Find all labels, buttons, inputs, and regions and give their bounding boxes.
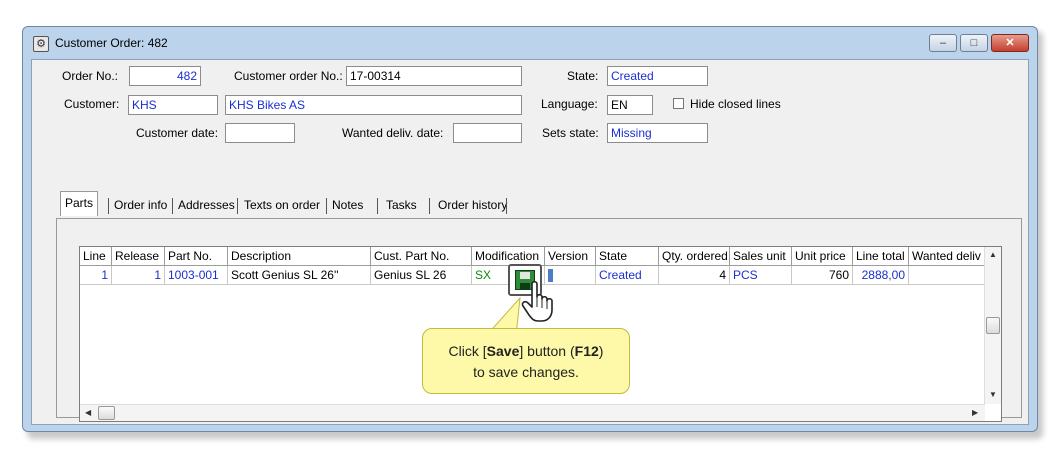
vertical-scrollbar[interactable]: ▲ ▼ bbox=[984, 247, 1001, 404]
window-title: Customer Order: 482 bbox=[55, 36, 168, 50]
customer-order-no-field[interactable]: 17-00314 bbox=[346, 66, 522, 86]
callout-text-suffix: ) bbox=[598, 343, 604, 359]
tab-notes[interactable]: Notes bbox=[328, 194, 367, 216]
tab-order-history[interactable]: Order history bbox=[434, 194, 511, 216]
tab-tasks[interactable]: Tasks bbox=[382, 194, 421, 216]
callout-line2: to save changes. bbox=[473, 364, 579, 380]
customer-name-field[interactable]: KHS Bikes AS bbox=[225, 95, 522, 115]
column-header-qty-ordered[interactable]: Qty. ordered bbox=[659, 247, 730, 266]
column-header-line[interactable]: Line bbox=[80, 247, 112, 266]
column-header-line-total[interactable]: Line total bbox=[853, 247, 909, 266]
order-no-label: Order No.: bbox=[62, 69, 119, 83]
wanted-deliv-date-field[interactable] bbox=[453, 123, 522, 143]
wanted-deliv-date-label: Wanted deliv. date: bbox=[342, 126, 444, 140]
callout-text-mid: ] button ( bbox=[519, 343, 575, 359]
title-bar[interactable]: ⚙ Customer Order: 482 – □ ✕ bbox=[23, 27, 1037, 59]
horizontal-scroll-thumb[interactable] bbox=[98, 406, 115, 420]
tab-parts[interactable]: Parts bbox=[60, 191, 99, 216]
state-label: State: bbox=[567, 69, 599, 83]
cell-wanted-deliv[interactable] bbox=[909, 266, 985, 285]
state-field: Created bbox=[607, 66, 708, 86]
tab-separator bbox=[108, 198, 109, 214]
column-header-cust-part-no[interactable]: Cust. Part No. bbox=[371, 247, 472, 266]
hide-closed-lines-label: Hide closed lines bbox=[690, 97, 781, 111]
callout-save-bold: Save bbox=[486, 343, 520, 359]
tab-addresses[interactable]: Addresses bbox=[174, 194, 239, 216]
tab-separator bbox=[377, 198, 378, 214]
tab-order-info[interactable]: Order info bbox=[110, 194, 171, 216]
tab-separator bbox=[326, 198, 327, 214]
cell-cust-part-no[interactable]: Genius SL 26 bbox=[371, 266, 472, 285]
column-header-unit-price[interactable]: Unit price bbox=[792, 247, 853, 266]
close-button[interactable]: ✕ bbox=[991, 34, 1029, 52]
language-field[interactable]: EN bbox=[607, 95, 653, 115]
maximize-button[interactable]: □ bbox=[960, 34, 988, 52]
column-header-release[interactable]: Release bbox=[112, 247, 165, 266]
sets-state-field: Missing bbox=[607, 123, 708, 143]
column-header-description[interactable]: Description bbox=[228, 247, 371, 266]
horizontal-scrollbar[interactable]: ◀ ▶ bbox=[80, 404, 985, 421]
sets-state-label: Sets state: bbox=[542, 126, 599, 140]
column-header-sales-unit[interactable]: Sales unit bbox=[730, 247, 792, 266]
cell-part-no[interactable]: 1003-001 bbox=[165, 266, 228, 285]
minimize-button[interactable]: – bbox=[929, 34, 957, 52]
tab-separator bbox=[172, 198, 173, 214]
hide-closed-lines-checkbox[interactable] bbox=[673, 98, 684, 109]
cell-line-total[interactable]: 2888,00 bbox=[853, 266, 909, 285]
order-no-field[interactable]: 482 bbox=[129, 66, 201, 86]
callout-text-prefix: Click [ bbox=[448, 343, 487, 359]
column-header-version[interactable]: Version bbox=[545, 247, 596, 266]
tab-separator bbox=[506, 198, 507, 214]
app-icon: ⚙ bbox=[33, 36, 49, 52]
cell-release[interactable]: 1 bbox=[112, 266, 165, 285]
cell-unit-price[interactable]: 760 bbox=[792, 266, 853, 285]
tab-separator bbox=[237, 198, 238, 214]
tab-separator bbox=[429, 198, 430, 214]
customer-order-no-label: Customer order No.: bbox=[234, 69, 343, 83]
callout-f12-bold: F12 bbox=[574, 343, 599, 359]
customer-date-field[interactable] bbox=[225, 123, 295, 143]
customer-code-field[interactable]: KHS bbox=[128, 95, 218, 115]
scroll-left-arrow-icon[interactable]: ◀ bbox=[85, 408, 91, 417]
cell-line[interactable]: 1 bbox=[80, 266, 112, 285]
cell-description[interactable]: Scott Genius SL 26'' bbox=[228, 266, 371, 285]
customer-date-label: Customer date: bbox=[136, 126, 219, 140]
scroll-down-arrow-icon[interactable]: ▼ bbox=[989, 390, 997, 399]
language-label: Language: bbox=[541, 97, 598, 111]
column-header-part-no[interactable]: Part No. bbox=[165, 247, 228, 266]
customer-label: Customer: bbox=[64, 97, 120, 111]
scroll-right-arrow-icon[interactable]: ▶ bbox=[972, 408, 978, 417]
column-header-wanted-deliv[interactable]: Wanted deliv bbox=[909, 247, 985, 266]
cell-qty-ordered[interactable]: 4 bbox=[659, 266, 730, 285]
instruction-callout: Click [Save] button (F12) to save change… bbox=[422, 328, 630, 394]
hand-pointer-icon bbox=[521, 280, 553, 322]
cell-state[interactable]: Created bbox=[596, 266, 659, 285]
cell-sales-unit[interactable]: PCS bbox=[730, 266, 792, 285]
scroll-up-arrow-icon[interactable]: ▲ bbox=[989, 250, 997, 259]
tab-texts-on-order[interactable]: Texts on order bbox=[240, 194, 324, 216]
vertical-scroll-thumb[interactable] bbox=[986, 317, 1000, 334]
column-header-state[interactable]: State bbox=[596, 247, 659, 266]
